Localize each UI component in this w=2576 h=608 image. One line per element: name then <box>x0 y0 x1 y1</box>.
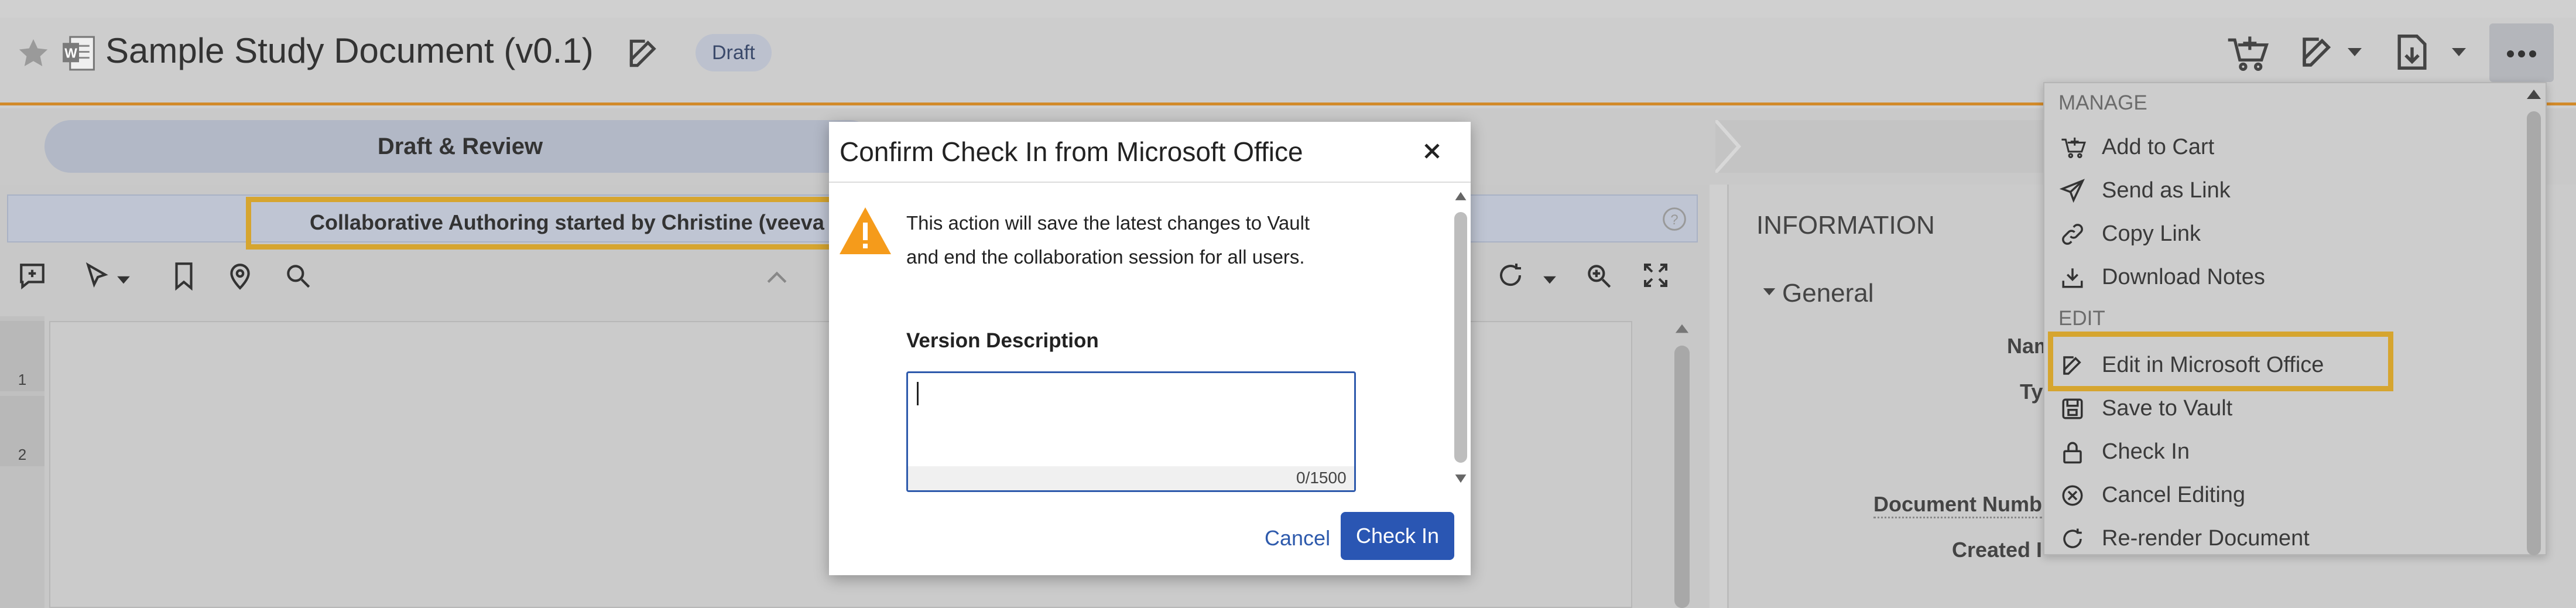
menu-item-label: Check In <box>2102 439 2190 464</box>
zoom-in-icon[interactable] <box>1584 261 1614 291</box>
menu-item-re-render-document[interactable]: Re-render Document <box>2047 517 2515 560</box>
menu-item-download-notes[interactable]: Download Notes <box>2047 255 2515 299</box>
menu-item-send-as-link[interactable]: Send as Link <box>2047 169 2515 212</box>
menu-item-check-in[interactable]: Check In <box>2047 430 2515 473</box>
location-pin-icon[interactable] <box>227 261 253 291</box>
edit-dropdown-chevron-icon[interactable] <box>2347 47 2363 59</box>
download-dropdown-chevron-icon[interactable] <box>2451 47 2467 59</box>
page-thumbnail[interactable]: 1 <box>0 321 44 391</box>
select-tool-icon[interactable] <box>82 261 111 291</box>
refresh-icon <box>2060 527 2085 551</box>
document-title: Sample Study Document (v0.1) <box>105 31 594 70</box>
save-icon <box>2060 397 2085 421</box>
dialog-title: Confirm Check In from Microsoft Office <box>840 136 1303 167</box>
dialog-divider <box>829 182 1471 183</box>
highlight-box <box>2048 332 2393 391</box>
download-icon <box>2060 265 2085 290</box>
scroll-up-icon[interactable] <box>1674 321 1690 336</box>
rotate-icon[interactable] <box>1496 261 1525 289</box>
menu-scrollbar[interactable] <box>2527 111 2541 555</box>
field-label-document-number: Document Numb <box>1873 492 2042 518</box>
more-actions-button[interactable] <box>2489 23 2554 82</box>
character-counter-bar <box>908 466 1354 490</box>
favorite-star-icon[interactable] <box>16 36 50 70</box>
fullscreen-icon[interactable] <box>1642 261 1670 289</box>
menu-item-label: Save to Vault <box>2102 396 2233 421</box>
add-to-cart-icon[interactable] <box>2225 33 2272 74</box>
menu-item-label: Add to Cart <box>2102 135 2215 159</box>
collapse-chevron-icon[interactable] <box>1762 287 1776 298</box>
field-label-created: Created I <box>1952 538 2043 562</box>
workflow-stage: Draft & Review <box>44 120 876 173</box>
send-icon <box>2060 179 2085 203</box>
warning-icon <box>837 205 893 257</box>
menu-item-cancel-editing[interactable]: Cancel Editing <box>2047 473 2515 517</box>
collaboration-banner-text: Collaborative Authoring started by Chris… <box>246 197 837 250</box>
edit-title-icon[interactable] <box>625 35 662 71</box>
information-title: INFORMATION <box>1756 211 1935 240</box>
link-icon <box>2060 222 2085 247</box>
document-scrollbar[interactable] <box>1674 346 1690 608</box>
add-annotation-icon[interactable] <box>18 261 47 291</box>
general-section-header[interactable]: General <box>1782 279 1874 308</box>
svg-text:W: W <box>64 46 77 61</box>
menu-item-add-to-cart[interactable]: Add to Cart <box>2047 125 2515 169</box>
close-icon[interactable] <box>1419 138 1445 164</box>
menu-item-copy-link[interactable]: Copy Link <box>2047 212 2515 255</box>
menu-scroll-up-icon[interactable] <box>2526 88 2542 101</box>
download-menu-icon[interactable] <box>2395 33 2430 71</box>
workflow-chevron <box>1715 120 1751 173</box>
menu-item-label: Re-render Document <box>2102 526 2310 551</box>
bookmark-icon[interactable] <box>171 261 197 291</box>
edit-menu-icon[interactable] <box>2298 33 2337 71</box>
menu-item-label: Download Notes <box>2102 265 2265 289</box>
cancel-icon <box>2060 483 2085 508</box>
menu-item-label: Cancel Editing <box>2102 483 2246 507</box>
dialog-scrollbar[interactable] <box>1454 212 1467 463</box>
svg-text:?: ? <box>1670 212 1678 228</box>
menu-item-save-to-vault[interactable]: Save to Vault <box>2047 387 2515 430</box>
rotate-chevron-icon[interactable] <box>1542 275 1557 286</box>
cancel-button[interactable]: Cancel <box>1259 515 1336 561</box>
previous-page-icon[interactable] <box>767 271 787 283</box>
dialog-message: This action will save the latest changes… <box>906 212 1310 268</box>
dialog-scroll-down-icon[interactable] <box>1454 473 1467 485</box>
select-tool-chevron-icon[interactable] <box>116 275 131 286</box>
character-counter: 0/1500 <box>1296 469 1347 487</box>
word-document-icon: W <box>61 34 97 73</box>
lock-icon <box>2060 440 2085 464</box>
status-badge: Draft <box>696 34 772 71</box>
menu-item-label: Send as Link <box>2102 178 2231 203</box>
help-icon[interactable]: ? <box>1662 206 1687 232</box>
version-description-label: Version Description <box>906 329 1099 352</box>
page-thumbnail[interactable]: 2 <box>0 396 44 466</box>
dialog-scroll-up-icon[interactable] <box>1454 190 1467 201</box>
menu-section-manage: MANAGE <box>2058 91 2147 114</box>
search-icon[interactable] <box>283 261 313 291</box>
menu-item-label: Copy Link <box>2102 221 2201 246</box>
cart-icon <box>2060 135 2088 160</box>
menu-section-edit: EDIT <box>2058 307 2105 330</box>
check-in-button[interactable]: Check In <box>1341 512 1454 560</box>
text-caret <box>917 382 919 405</box>
